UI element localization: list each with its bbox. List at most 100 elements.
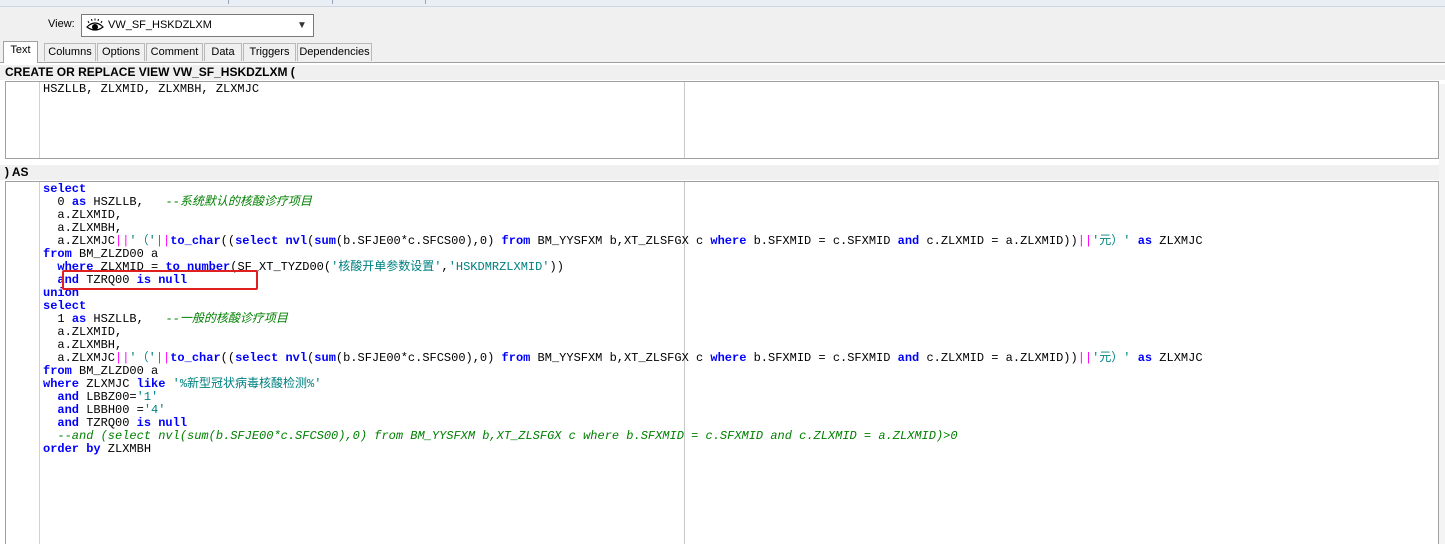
sql-editor[interactable]: select 0 as HSZLLB, --系统默认的核酸诊疗项目 a.ZLXM… — [5, 181, 1439, 544]
code-token: '（' — [129, 351, 156, 365]
top-toolbar-strip — [0, 0, 1445, 7]
code-token: nvl — [285, 234, 308, 248]
code-token: ZLXMJC — [79, 377, 137, 391]
code-token: c.ZLXMID = a.ZLXMID)) — [919, 351, 1078, 365]
columns-editor[interactable]: HSZLLB, ZLXMID, ZLXMBH, ZLXMJC — [5, 81, 1439, 159]
code-token: and — [57, 403, 80, 417]
tab-text[interactable]: Text — [3, 41, 38, 63]
code-token: ZLXMJC — [1152, 351, 1203, 365]
tab-options[interactable]: Options — [97, 43, 145, 61]
code-token: 1 — [43, 312, 72, 326]
editor-right-margin — [684, 82, 685, 158]
code-token: '%新型冠状病毒核酸检测%' — [172, 377, 322, 391]
code-token: a.ZLXMBH, — [43, 221, 123, 235]
code-token: LBBZ00= — [79, 390, 137, 404]
code-token: --and (select nvl(sum(b.SFJE00*c.SFCS00)… — [43, 429, 958, 443]
code-token: 'HSKDMRZLXMID' — [448, 260, 550, 274]
tab-triggers[interactable]: Triggers — [243, 43, 296, 61]
code-token: LBBH00 = — [79, 403, 144, 417]
code-token: from — [501, 234, 531, 248]
code-token: where — [43, 377, 80, 391]
toolbar-separator — [332, 0, 333, 4]
code-token: is — [136, 416, 152, 430]
code-line: a.ZLXMJC||'（'||to_char((select nvl(sum(b… — [43, 234, 1203, 248]
toolbar-separator — [228, 0, 229, 4]
code-line: 0 as HSZLLB, --系统默认的核酸诊疗项目 — [43, 196, 1203, 209]
view-toolbar: View: VW_SF_HSKDZLXM ▼ — [0, 7, 1445, 43]
code-line: --and (select nvl(sum(b.SFJE00*c.SFCS00)… — [43, 430, 1203, 443]
code-token: b.SFXMID = c.SFXMID — [746, 351, 898, 365]
chevron-down-icon[interactable]: ▼ — [294, 17, 310, 34]
code-token: ZLXMJC — [1152, 234, 1203, 248]
view-eye-icon — [86, 18, 104, 31]
code-token: (( — [220, 234, 236, 248]
code-token: || — [115, 351, 130, 365]
code-line: and LBBH00 ='4' — [43, 404, 1203, 417]
as-header: ) AS — [0, 165, 1445, 180]
code-line: a.ZLXMID, — [43, 209, 1203, 222]
create-view-header: CREATE OR REPLACE VIEW VW_SF_HSKDZLXM ( — [0, 65, 1445, 80]
code-token: '4' — [143, 403, 166, 417]
code-token: || — [155, 351, 171, 365]
code-line: and LBBZ00='1' — [43, 391, 1203, 404]
code-token: (( — [220, 351, 236, 365]
code-line: a.ZLXMJC||'（'||to_char((select nvl(sum(b… — [43, 351, 1203, 365]
code-token: select — [43, 299, 87, 313]
code-token: b.SFXMID = c.SFXMID — [746, 234, 898, 248]
code-token: || — [1077, 234, 1093, 248]
code-token: (b.SFJE00*c.SFCS00),0) — [335, 234, 502, 248]
toolbar-separator — [425, 0, 426, 4]
code-token: as — [71, 312, 87, 326]
highlight-annotation — [62, 270, 258, 290]
code-token: , — [441, 260, 449, 274]
code-token: a.ZLXMID, — [43, 325, 123, 339]
tab-comment[interactable]: Comment — [146, 43, 203, 61]
code-line: order by ZLXMBH — [43, 443, 1203, 456]
editor-gutter — [6, 182, 40, 544]
code-token: || — [1077, 351, 1093, 365]
code-line: where ZLXMJC like '%新型冠状病毒核酸检测%' — [43, 378, 1203, 391]
sql-code: select 0 as HSZLLB, --系统默认的核酸诊疗项目 a.ZLXM… — [43, 183, 1203, 456]
code-token: --一般的核酸诊疗项目 — [165, 312, 288, 326]
tab-dependencies[interactable]: Dependencies — [297, 43, 372, 61]
code-token: c.ZLXMID = a.ZLXMID)) — [919, 234, 1078, 248]
code-token: BM_YYSFXM b,XT_ZLSFGX c — [530, 351, 711, 365]
code-token: (b.SFJE00*c.SFCS00),0) — [335, 351, 502, 365]
code-token: and — [897, 351, 920, 365]
code-token: a.ZLXMJC — [43, 351, 116, 365]
view-select[interactable]: VW_SF_HSKDZLXM ▼ — [81, 14, 314, 37]
vertical-scrollbar[interactable] — [1439, 84, 1445, 544]
code-token: a.ZLXMBH, — [43, 338, 123, 352]
code-token: TZRQ00 — [79, 416, 137, 430]
code-token: HSZLLB, — [86, 312, 166, 326]
code-token: select — [235, 351, 279, 365]
code-token: null — [158, 416, 188, 430]
code-token: order by — [43, 442, 101, 456]
code-line: a.ZLXMID, — [43, 326, 1203, 339]
code-line: 1 as HSZLLB, --一般的核酸诊疗项目 — [43, 313, 1203, 326]
code-token: BM_ZLZD00 a — [71, 364, 159, 378]
code-token: and — [57, 416, 80, 430]
code-token: from — [501, 351, 531, 365]
code-token: HSZLLB, — [86, 195, 166, 209]
code-token: || — [115, 234, 130, 248]
code-token: BM_ZLZD00 a — [71, 247, 159, 261]
code-token: '1' — [136, 390, 159, 404]
code-token: '（' — [129, 234, 156, 248]
code-token: sum — [314, 234, 336, 248]
code-token: to_char — [170, 234, 221, 248]
code-token: where — [710, 351, 747, 365]
tab-data[interactable]: Data — [204, 43, 242, 61]
code-token: from — [43, 247, 72, 261]
code-token: like — [136, 377, 166, 391]
code-token: '元）' — [1092, 351, 1131, 365]
tab-columns[interactable]: Columns — [44, 43, 96, 61]
tab-bar: Text Columns Options Comment Data Trigge… — [0, 41, 1445, 63]
code-token: select — [43, 182, 87, 196]
code-token: a.ZLXMJC — [43, 234, 116, 248]
